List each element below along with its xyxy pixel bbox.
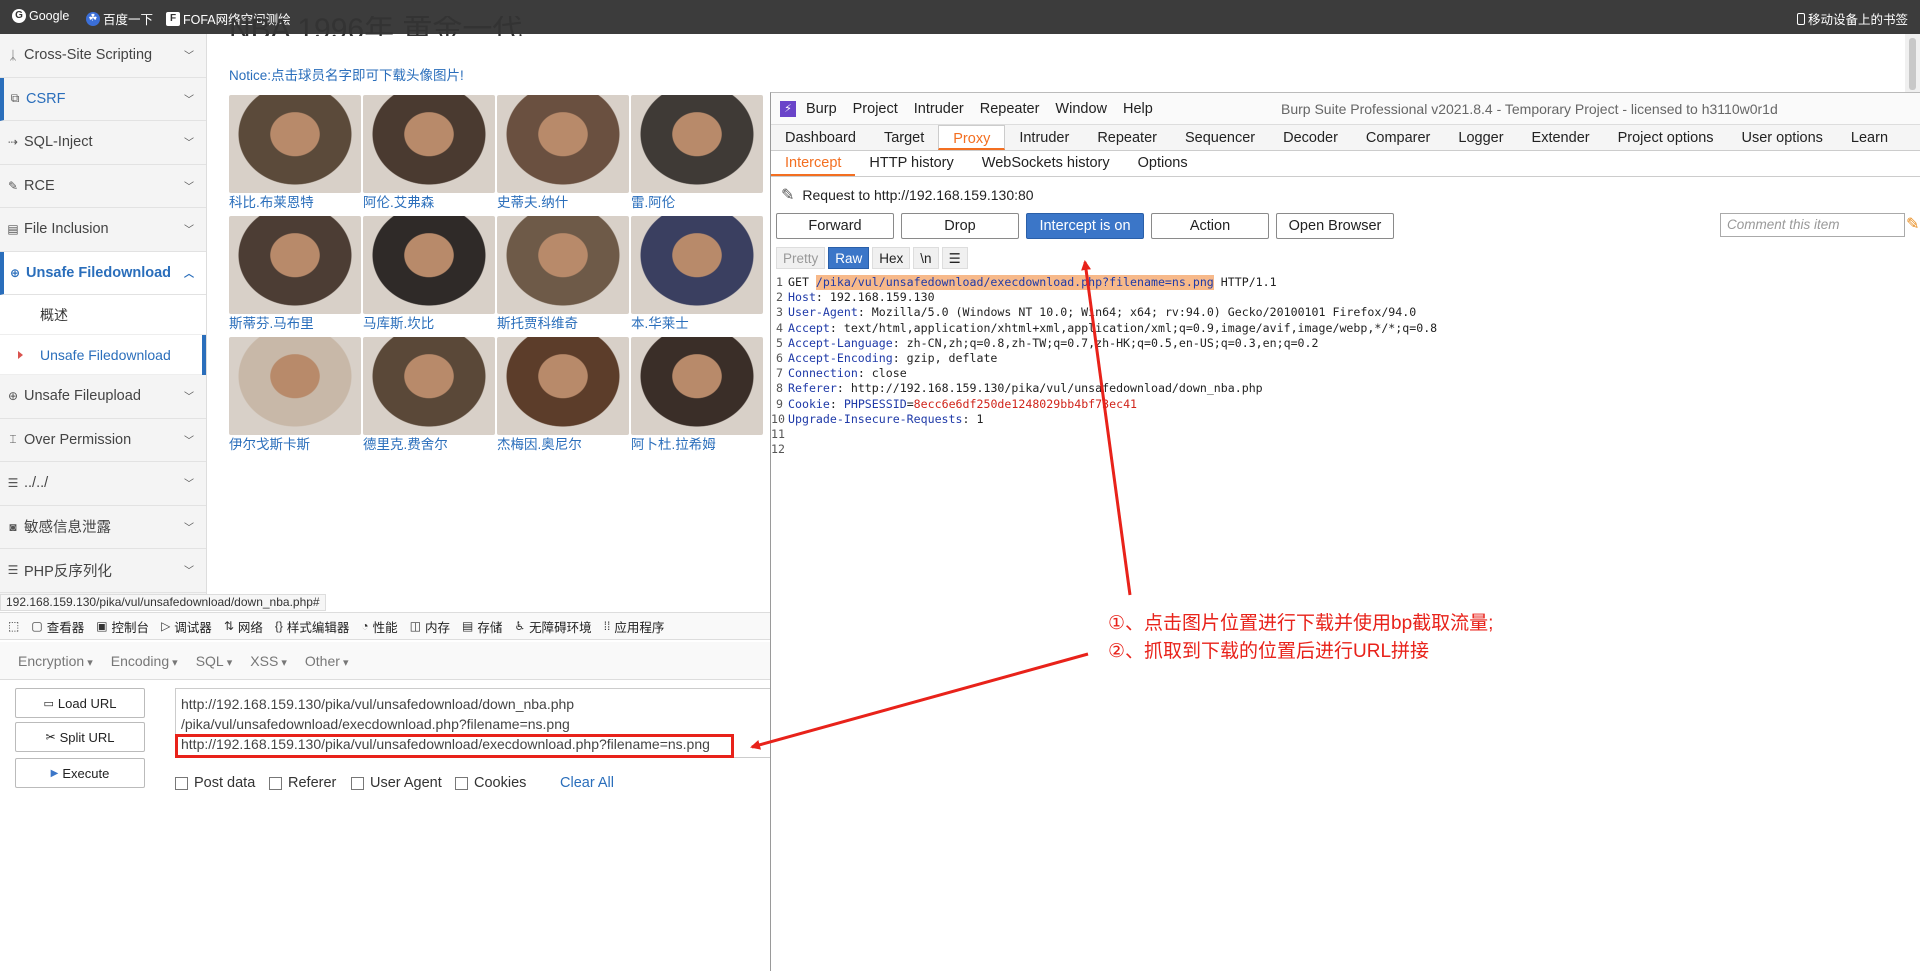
annotation-step-1: ①、点击图片位置进行下载并使用bp截取流量;	[1108, 613, 1494, 634]
arrow-to-request-path	[1081, 260, 1132, 596]
arrow-to-hackbar-url	[750, 652, 1089, 750]
annotation-arrows	[750, 260, 1132, 750]
annotation-step-2: ②、抓取到下载的位置后进行URL拼接	[1108, 641, 1430, 662]
page: { "bookmarks": [ {"label": "Google", "ic…	[0, 0, 1920, 971]
